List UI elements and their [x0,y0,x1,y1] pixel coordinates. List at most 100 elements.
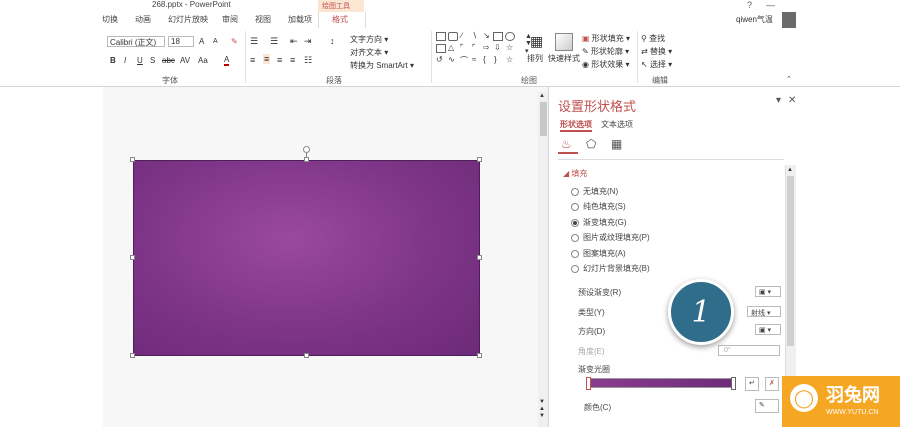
pentagon-icon[interactable]: ⬠ [586,137,596,151]
curve-shape-icon[interactable]: ↺ [436,55,443,64]
brace-shape-icon-2[interactable]: } [494,55,497,64]
quick-styles-icon[interactable] [555,33,573,51]
oval-shape-icon[interactable] [505,32,515,41]
direction-picker[interactable]: ▣ ▾ [755,324,781,335]
avatar[interactable] [782,12,796,28]
replace-button[interactable]: ⇄ 替换 ▾ [641,46,672,57]
numbering-icon[interactable]: ☰ [270,36,278,47]
shape-outline-button[interactable]: ✎ 形状轮廓 ▾ [582,46,629,57]
shadow-button[interactable]: S [150,56,155,65]
shapes-gallery[interactable]: ∕ ∖ ↘ △ ⌜ ⌜ ⇨ ⇩ ☆ ↺ ∿ ⌒ ≈ { } ☆ [436,31,524,72]
pane-scroll-up-icon[interactable]: ▲ [787,167,793,173]
align-right-icon[interactable]: ≡ [277,55,282,65]
gradient-stop-1[interactable] [586,377,591,390]
decrease-indent-icon[interactable]: ⇤ [290,36,298,47]
select-button[interactable]: ↖ 选择 ▾ [641,59,672,70]
connector-shape-icon[interactable]: ⌜ [472,43,476,52]
collapse-ribbon-icon[interactable]: ⌃ [786,75,792,83]
justify-icon[interactable]: ≡ [290,55,295,65]
align-center-icon[interactable]: ≡ [263,54,271,64]
rect-shape-icon[interactable] [436,32,446,41]
strikethrough-button[interactable]: abc [162,56,175,65]
help-button[interactable]: ? [747,0,752,10]
resize-handle-tl[interactable] [130,157,135,162]
selected-rectangle-shape[interactable] [133,160,480,356]
resize-handle-br[interactable] [477,353,482,358]
textbox-shape-icon[interactable] [448,32,458,41]
pane-options-icon[interactable]: ▾ [776,95,781,106]
tab-review[interactable]: 审阅 [222,14,238,25]
tab-view[interactable]: 视图 [255,14,271,25]
gradient-stops-bar[interactable] [589,378,735,388]
star-shape-icon-2[interactable]: ☆ [506,55,513,64]
underline-button[interactable]: U [137,56,143,65]
freeform-shape-icon[interactable]: ∿ [448,55,455,64]
bullets-icon[interactable]: ☰ [250,36,258,47]
arrow-down-shape-icon[interactable]: ⇩ [494,43,501,52]
line-shape-icon-2[interactable]: ∖ [472,31,477,40]
clear-format-icon[interactable]: ✎ [231,37,238,46]
increase-indent-icon[interactable]: ⇥ [304,36,312,47]
scroll-page-icons[interactable]: ▼ ▲ ▼ [539,399,545,420]
resize-handle-bl[interactable] [130,353,135,358]
color-picker-icon[interactable]: ✎ [755,399,779,413]
char-spacing-button[interactable]: AV [180,56,190,65]
arrow-shape-icon[interactable]: ↘ [483,31,490,40]
resize-handle-tr[interactable] [477,157,482,162]
resize-handle-b[interactable] [304,353,309,358]
angle-input[interactable]: .0° [718,345,780,356]
rotate-handle-icon[interactable] [303,146,310,153]
remove-stop-icon[interactable]: ✗ [765,377,779,391]
quick-styles-button[interactable]: 快速样式 [548,53,580,64]
pane-scroll-thumb[interactable] [787,176,794,346]
shrink-font-button[interactable]: A [213,38,218,45]
radio-gradient-fill[interactable]: 渐变填充(G) [571,217,627,228]
radio-no-fill[interactable]: 无填充(N) [571,186,618,197]
grow-font-button[interactable]: A [199,37,204,46]
change-case-button[interactable]: Aa [198,56,208,65]
italic-button[interactable]: I [124,56,126,65]
tab-addins[interactable]: 加载项 [288,14,312,25]
scroll-thumb[interactable] [540,102,547,136]
close-icon[interactable]: ✕ [788,95,796,106]
size-properties-icon[interactable]: ▦ [611,137,622,151]
line-shape-icon[interactable]: ∕ [461,31,462,40]
rect-shape-icon-2[interactable] [493,32,503,41]
font-name-select[interactable]: Calibri (正文) [107,36,165,47]
align-text-button[interactable]: 对齐文本 ▾ [350,47,388,58]
line-spacing-icon[interactable]: ↕ [330,36,335,46]
add-stop-icon[interactable]: ↵ [745,377,759,391]
scroll-up-icon[interactable]: ▲ [539,93,545,99]
radio-pattern-fill[interactable]: 图案填充(A) [571,248,626,259]
font-size-select[interactable]: 18 [168,36,194,47]
tab-transitions[interactable]: 切换 [102,14,118,25]
shape-effects-button[interactable]: ◉ 形状效果 ▾ [582,59,629,70]
user-name[interactable]: qiwen气温 [736,14,773,25]
arrange-button[interactable]: 排列 [527,53,543,64]
resize-handle-r[interactable] [477,255,482,260]
section-fill-header[interactable]: ◢ 填充 [563,168,587,179]
preset-gradient-picker[interactable]: ▣ ▾ [755,286,781,297]
tab-text-options[interactable]: 文本选项 [601,119,633,130]
wave-shape-icon[interactable]: ≈ [472,55,476,64]
tab-shape-options[interactable]: 形状选项 [560,119,592,130]
brace-shape-icon[interactable]: { [483,55,486,64]
align-left-icon[interactable]: ≡ [250,55,255,65]
bold-button[interactable]: B [110,56,116,65]
tab-animations[interactable]: 动画 [135,14,151,25]
arrow-right-shape-icon[interactable]: ⇨ [483,43,490,52]
smartart-button[interactable]: 转换为 SmartArt ▾ [350,60,414,71]
triangle-shape-icon[interactable]: △ [448,43,454,52]
tab-slideshow[interactable]: 幻灯片放映 [168,14,208,25]
tab-format[interactable]: 格式 [332,14,348,25]
radio-picture-fill[interactable]: 图片或纹理填充(P) [571,232,650,243]
arrange-icon[interactable]: ▦ [530,33,543,50]
text-direction-button[interactable]: 文字方向 ▾ [350,34,388,45]
elbow-shape-icon[interactable]: ⌜ [460,43,464,52]
type-select[interactable]: 射线 ▾ [747,306,781,317]
radio-solid-fill[interactable]: 纯色填充(S) [571,201,626,212]
arc-shape-icon[interactable]: ⌒ [460,55,468,66]
gradient-stop-2[interactable] [731,377,736,390]
shape-fill-button[interactable]: ▣ 形状填充 ▾ [582,33,630,44]
star-shape-icon[interactable]: ☆ [506,43,513,52]
